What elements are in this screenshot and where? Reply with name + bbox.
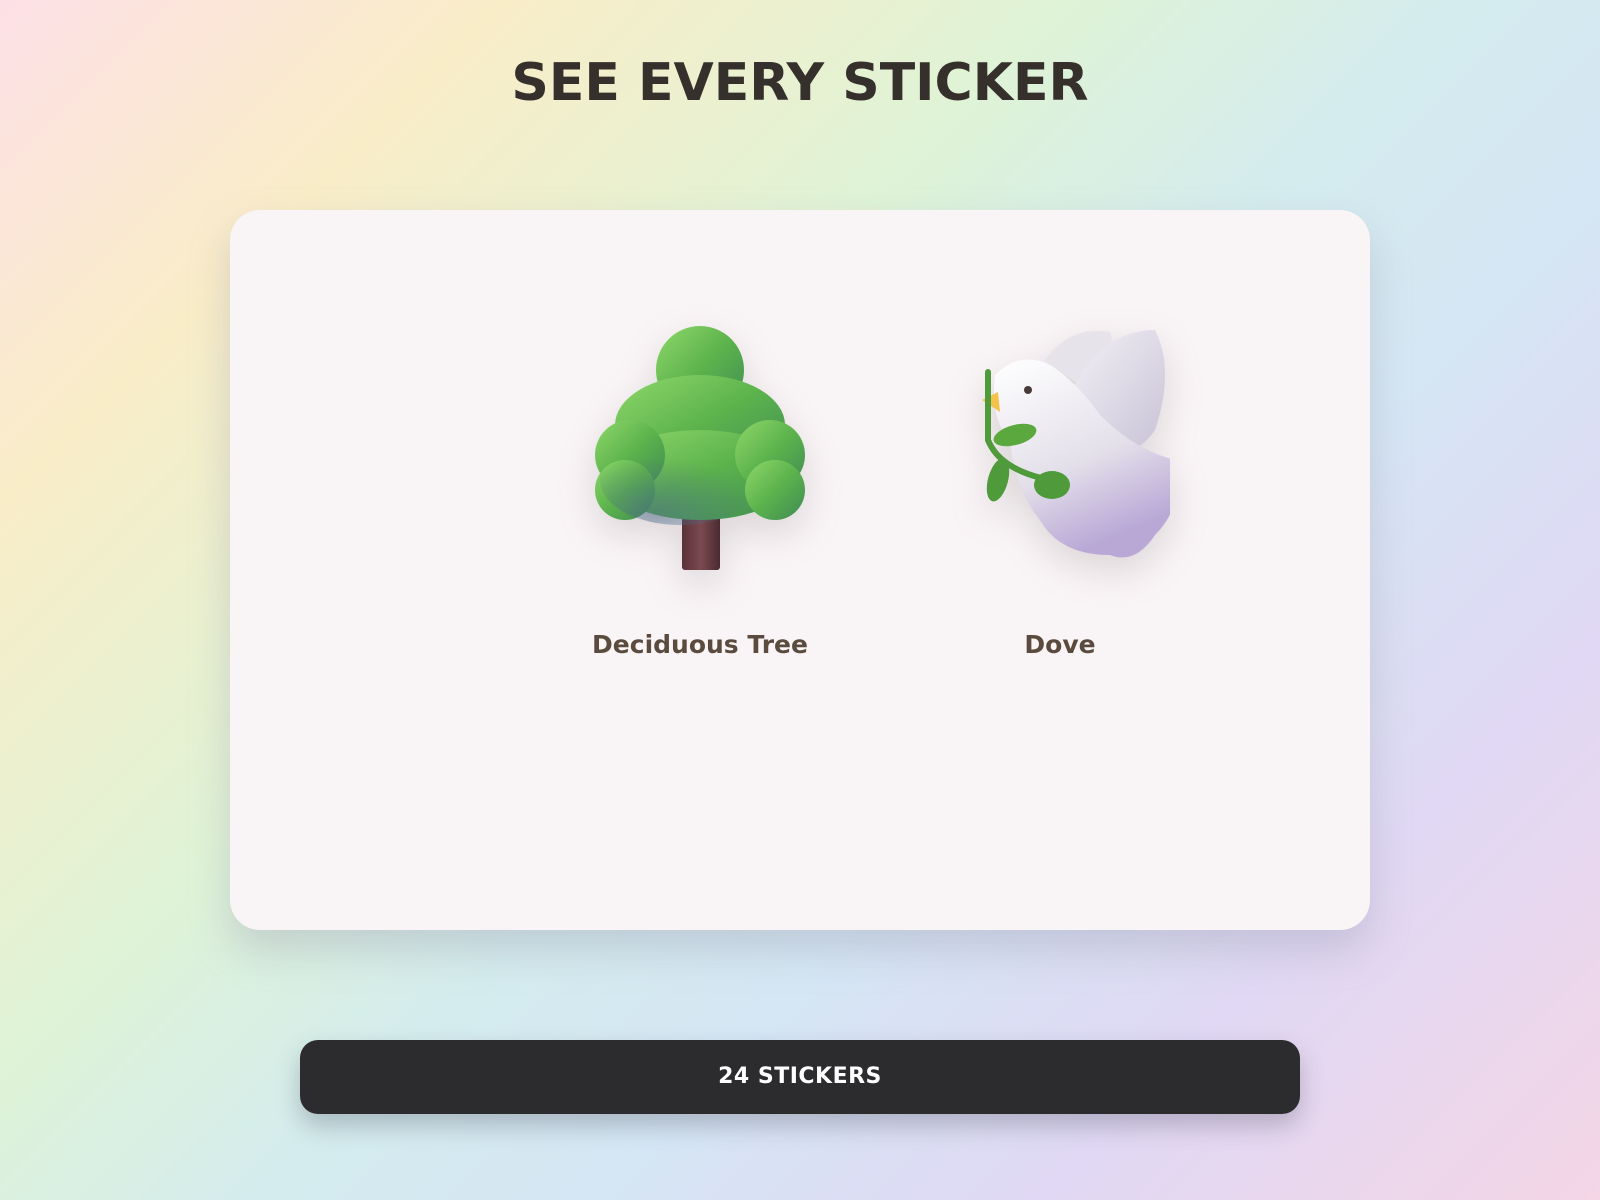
deciduous-tree-icon bbox=[595, 326, 805, 570]
sticker-label: Deciduous Tree bbox=[592, 630, 808, 659]
sticker-item-dove[interactable]: Dove bbox=[910, 310, 1210, 690]
page-title: SEE EVERY STICKER bbox=[511, 53, 1089, 113]
sticker-item-deciduous-tree[interactable]: Deciduous Tree bbox=[550, 310, 850, 690]
sticker-count-button[interactable]: 24 STICKERS bbox=[300, 1040, 1300, 1114]
sticker-label: Dove bbox=[1024, 630, 1096, 659]
sticker-gallery-card: Deciduous Tree Dove bbox=[230, 210, 1370, 930]
dove-icon bbox=[982, 330, 1170, 558]
